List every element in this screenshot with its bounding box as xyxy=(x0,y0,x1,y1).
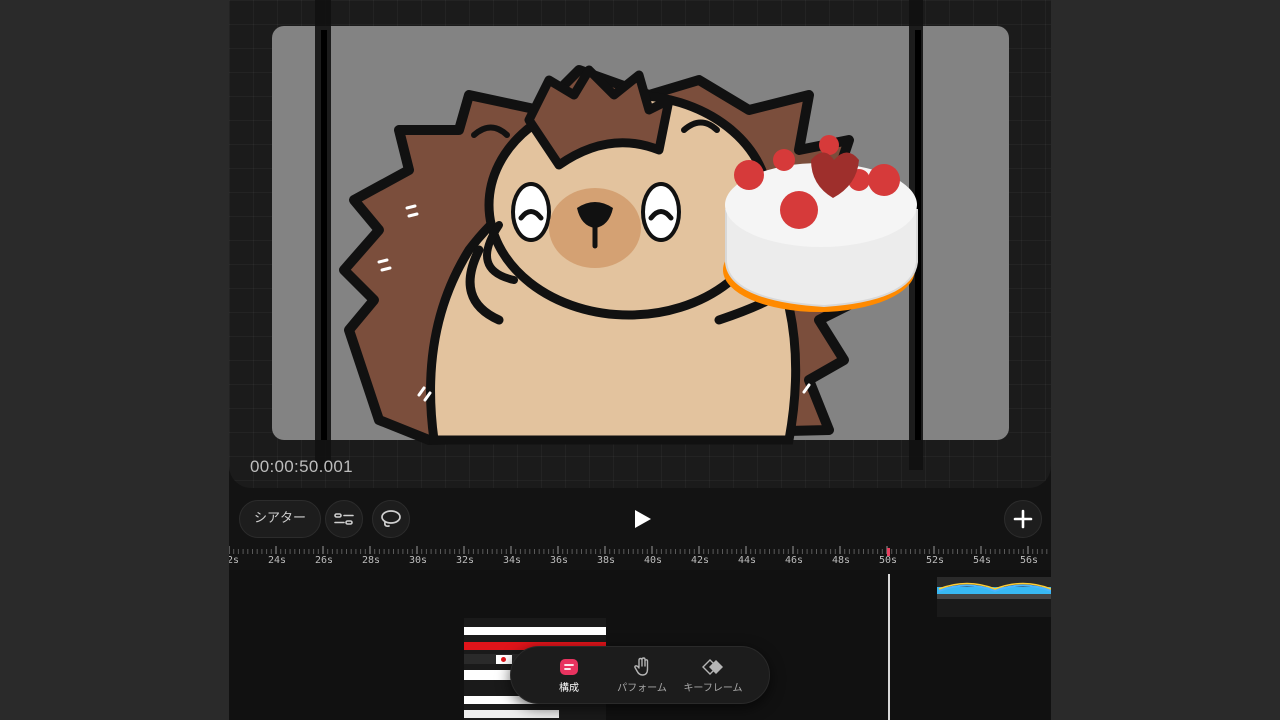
timeline-clip[interactable] xyxy=(937,577,1051,617)
ruler-label: 28s xyxy=(361,555,381,566)
sliders-icon xyxy=(334,513,354,525)
theater-button[interactable]: シアター xyxy=(239,500,322,538)
time-ruler[interactable]: 2s 24s 26s 28s 30s 32s 34s 36s 38s 40s 4… xyxy=(229,546,1051,568)
rainbow-thumbnail xyxy=(938,582,1051,593)
tab-perform[interactable]: パフォーム xyxy=(607,655,677,694)
clip-detail xyxy=(937,594,1051,599)
playhead-marker[interactable] xyxy=(887,548,890,556)
lasso-icon xyxy=(381,510,401,528)
ruler-label: 30s xyxy=(408,555,428,566)
hedgehog-illustration xyxy=(315,0,923,470)
add-button[interactable] xyxy=(1004,500,1042,538)
tab-perform-label: パフォーム xyxy=(617,683,667,694)
tab-compose-label: 構成 xyxy=(559,683,579,694)
playback-toolbar: シアター xyxy=(229,496,1051,542)
ruler-label: 46s xyxy=(784,555,804,566)
compose-icon xyxy=(560,659,578,675)
preview-area: 00:00:50.001 xyxy=(229,0,1051,488)
hand-icon xyxy=(634,657,649,676)
flag-thumbnail xyxy=(496,655,512,664)
ruler-label: 54s xyxy=(972,555,992,566)
clip-row-sketch xyxy=(464,710,559,718)
play-button[interactable] xyxy=(627,504,657,534)
ruler-label: 44s xyxy=(737,555,757,566)
tab-keyframe[interactable]: キーフレーム xyxy=(677,655,749,694)
mode-switcher: 構成 パフォーム キーフレーム xyxy=(510,646,770,704)
ruler-label: 34s xyxy=(502,555,522,566)
ruler-label: 24s xyxy=(267,555,287,566)
ruler-label: 56s xyxy=(1019,555,1039,566)
playhead-line[interactable] xyxy=(888,574,890,720)
ruler-label: 42s xyxy=(690,555,710,566)
tab-keyframe-label: キーフレーム xyxy=(683,683,743,694)
ruler-label: 48s xyxy=(831,555,851,566)
clip-thumbnail-strip xyxy=(937,577,1051,593)
animation-app: 00:00:50.001 シアター 2s 24s 26s 28s 30s 32s… xyxy=(229,0,1051,720)
ruler-label: 26s xyxy=(314,555,334,566)
ruler-label: 36s xyxy=(549,555,569,566)
plus-icon xyxy=(1013,509,1033,529)
clip-row-white xyxy=(464,627,606,635)
ruler-label: 2s xyxy=(229,555,240,566)
ruler-label: 32s xyxy=(455,555,475,566)
timecode-display: 00:00:50.001 xyxy=(250,457,353,476)
ruler-label: 38s xyxy=(596,555,616,566)
layers-button[interactable] xyxy=(325,500,363,538)
tab-compose[interactable]: 構成 xyxy=(541,655,597,694)
ruler-label: 50s xyxy=(878,555,898,566)
keyframe-icon xyxy=(702,659,723,675)
play-icon xyxy=(635,510,651,528)
ruler-label: 52s xyxy=(925,555,945,566)
lasso-button[interactable] xyxy=(372,500,410,538)
flag-circle xyxy=(501,657,506,662)
ruler-label: 40s xyxy=(643,555,663,566)
